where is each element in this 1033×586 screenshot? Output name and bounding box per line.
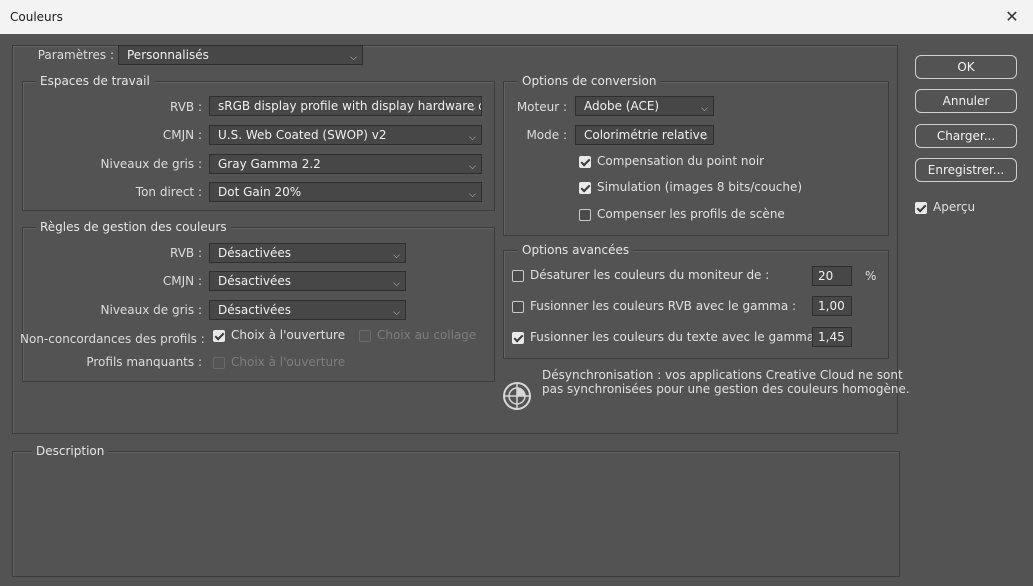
- engine-label: Moteur :: [516, 100, 567, 114]
- blend-text-checkbox[interactable]: [512, 332, 524, 344]
- workspace-rgb-value: sRGB display profile with display hardwa…: [218, 99, 482, 113]
- mismatch-open-checkbox[interactable]: [213, 330, 225, 342]
- settings-value: Personnalisés: [127, 48, 209, 62]
- chevron-down-icon: ⌵: [393, 308, 400, 318]
- blend-text-input[interactable]: 1,45: [812, 327, 852, 347]
- workspace-cmyk-label: CMJN :: [162, 128, 202, 142]
- workspace-rgb-label: RVB :: [170, 100, 202, 114]
- chevron-down-icon: ⌵: [393, 251, 400, 261]
- workspace-cmyk-select[interactable]: U.S. Web Coated (SWOP) v2 ⌵: [209, 125, 482, 145]
- mismatch-label: Non-concordances des profils :: [20, 332, 205, 346]
- blend-rgb-input[interactable]: 1,00: [812, 296, 852, 316]
- sync-message-line1: Désynchronisation : vos applications Cre…: [542, 368, 903, 382]
- preview-label: Aperçu: [933, 200, 976, 214]
- workspace-rgb-select[interactable]: sRGB display profile with display hardwa…: [209, 96, 482, 116]
- mismatch-paste-label: Choix au collage: [377, 328, 477, 342]
- intent-value: Colorimétrie relative: [584, 128, 708, 142]
- preview-checkbox[interactable]: [915, 202, 927, 214]
- policy-gray-value: Désactivées: [218, 303, 291, 317]
- chevron-down-icon: ⌵: [469, 190, 476, 200]
- color-settings-dialog: Paramètres : Personnalisés ⌵ Espaces de …: [0, 34, 1033, 586]
- scene-profiles-label: Compenser les profils de scène: [597, 207, 785, 221]
- workspace-gray-label: Niveaux de gris :: [100, 157, 202, 171]
- desaturate-input[interactable]: 20: [812, 266, 852, 286]
- chevron-down-icon: ⌵: [393, 279, 400, 289]
- policy-gray-label: Niveaux de gris :: [100, 303, 202, 317]
- policy-rgb-value: Désactivées: [218, 246, 291, 260]
- black-point-checkbox[interactable]: [579, 156, 591, 168]
- workspace-spot-value: Dot Gain 20%: [218, 185, 302, 199]
- workspace-spot-select[interactable]: Dot Gain 20% ⌵: [209, 182, 482, 202]
- workspaces-legend: Espaces de travail: [36, 74, 154, 88]
- chevron-down-icon: ⌵: [701, 133, 708, 143]
- policies-legend: Règles de gestion des couleurs: [36, 220, 231, 234]
- workspace-gray-select[interactable]: Gray Gamma 2.2 ⌵: [209, 154, 482, 174]
- cancel-button[interactable]: Annuler: [915, 89, 1017, 113]
- desaturate-checkbox[interactable]: [512, 270, 524, 282]
- policy-gray-select[interactable]: Désactivées ⌵: [209, 300, 406, 320]
- missing-open-checkbox[interactable]: [213, 357, 225, 369]
- mismatch-open-label: Choix à l'ouverture: [231, 328, 346, 342]
- policy-cmyk-label: CMJN :: [162, 274, 202, 288]
- engine-value: Adobe (ACE): [584, 99, 660, 113]
- workspace-spot-label: Ton direct :: [135, 185, 202, 199]
- intent-select[interactable]: Colorimétrie relative ⌵: [575, 125, 714, 145]
- policy-cmyk-select[interactable]: Désactivées ⌵: [209, 271, 406, 291]
- chevron-down-icon: ⌵: [469, 104, 476, 114]
- settings-select[interactable]: Personnalisés ⌵: [118, 45, 363, 65]
- dither-checkbox[interactable]: [579, 182, 591, 194]
- policy-rgb-label: RVB :: [170, 246, 202, 260]
- load-button[interactable]: Charger...: [915, 124, 1017, 148]
- desaturate-label: Désaturer les couleurs du moniteur de :: [530, 268, 770, 282]
- policy-cmyk-value: Désactivées: [218, 274, 291, 288]
- dither-label: Simulation (images 8 bits/couche): [597, 180, 803, 194]
- description-legend: Description: [32, 444, 109, 458]
- settings-label: Paramètres :: [37, 48, 114, 62]
- description-group: [12, 451, 900, 577]
- desaturate-unit: %: [865, 269, 877, 283]
- black-point-label: Compensation du point noir: [597, 154, 765, 168]
- blend-rgb-label: Fusionner les couleurs RVB avec le gamma…: [530, 299, 797, 313]
- sync-status-icon: [503, 382, 531, 410]
- window-title: Couleurs: [10, 10, 63, 24]
- policy-rgb-select[interactable]: Désactivées ⌵: [209, 243, 406, 263]
- advanced-legend: Options avancées: [518, 243, 634, 257]
- chevron-down-icon: ⌵: [469, 162, 476, 172]
- workspace-cmyk-value: U.S. Web Coated (SWOP) v2: [218, 128, 387, 142]
- missing-open-label: Choix à l'ouverture: [231, 355, 346, 369]
- missing-label: Profils manquants :: [86, 355, 202, 369]
- chevron-down-icon: ⌵: [469, 133, 476, 143]
- workspace-gray-value: Gray Gamma 2.2: [218, 157, 321, 171]
- chevron-down-icon: ⌵: [350, 53, 357, 63]
- mismatch-paste-checkbox[interactable]: [359, 330, 371, 342]
- blend-text-label: Fusionner les couleurs du texte avec le …: [530, 330, 823, 344]
- ok-button[interactable]: OK: [915, 55, 1017, 79]
- conversion-legend: Options de conversion: [518, 74, 661, 88]
- sync-message-line2: pas synchronisées pour une gestion des c…: [542, 382, 910, 396]
- blend-rgb-checkbox[interactable]: [512, 301, 524, 313]
- close-icon[interactable]: ✕: [999, 5, 1025, 29]
- save-button[interactable]: Enregistrer...: [915, 158, 1017, 182]
- title-bar: Couleurs ✕: [0, 0, 1033, 34]
- chevron-down-icon: ⌵: [701, 104, 708, 114]
- scene-profiles-checkbox[interactable]: [579, 209, 591, 221]
- intent-label: Mode :: [526, 128, 567, 142]
- engine-select[interactable]: Adobe (ACE) ⌵: [575, 96, 714, 116]
